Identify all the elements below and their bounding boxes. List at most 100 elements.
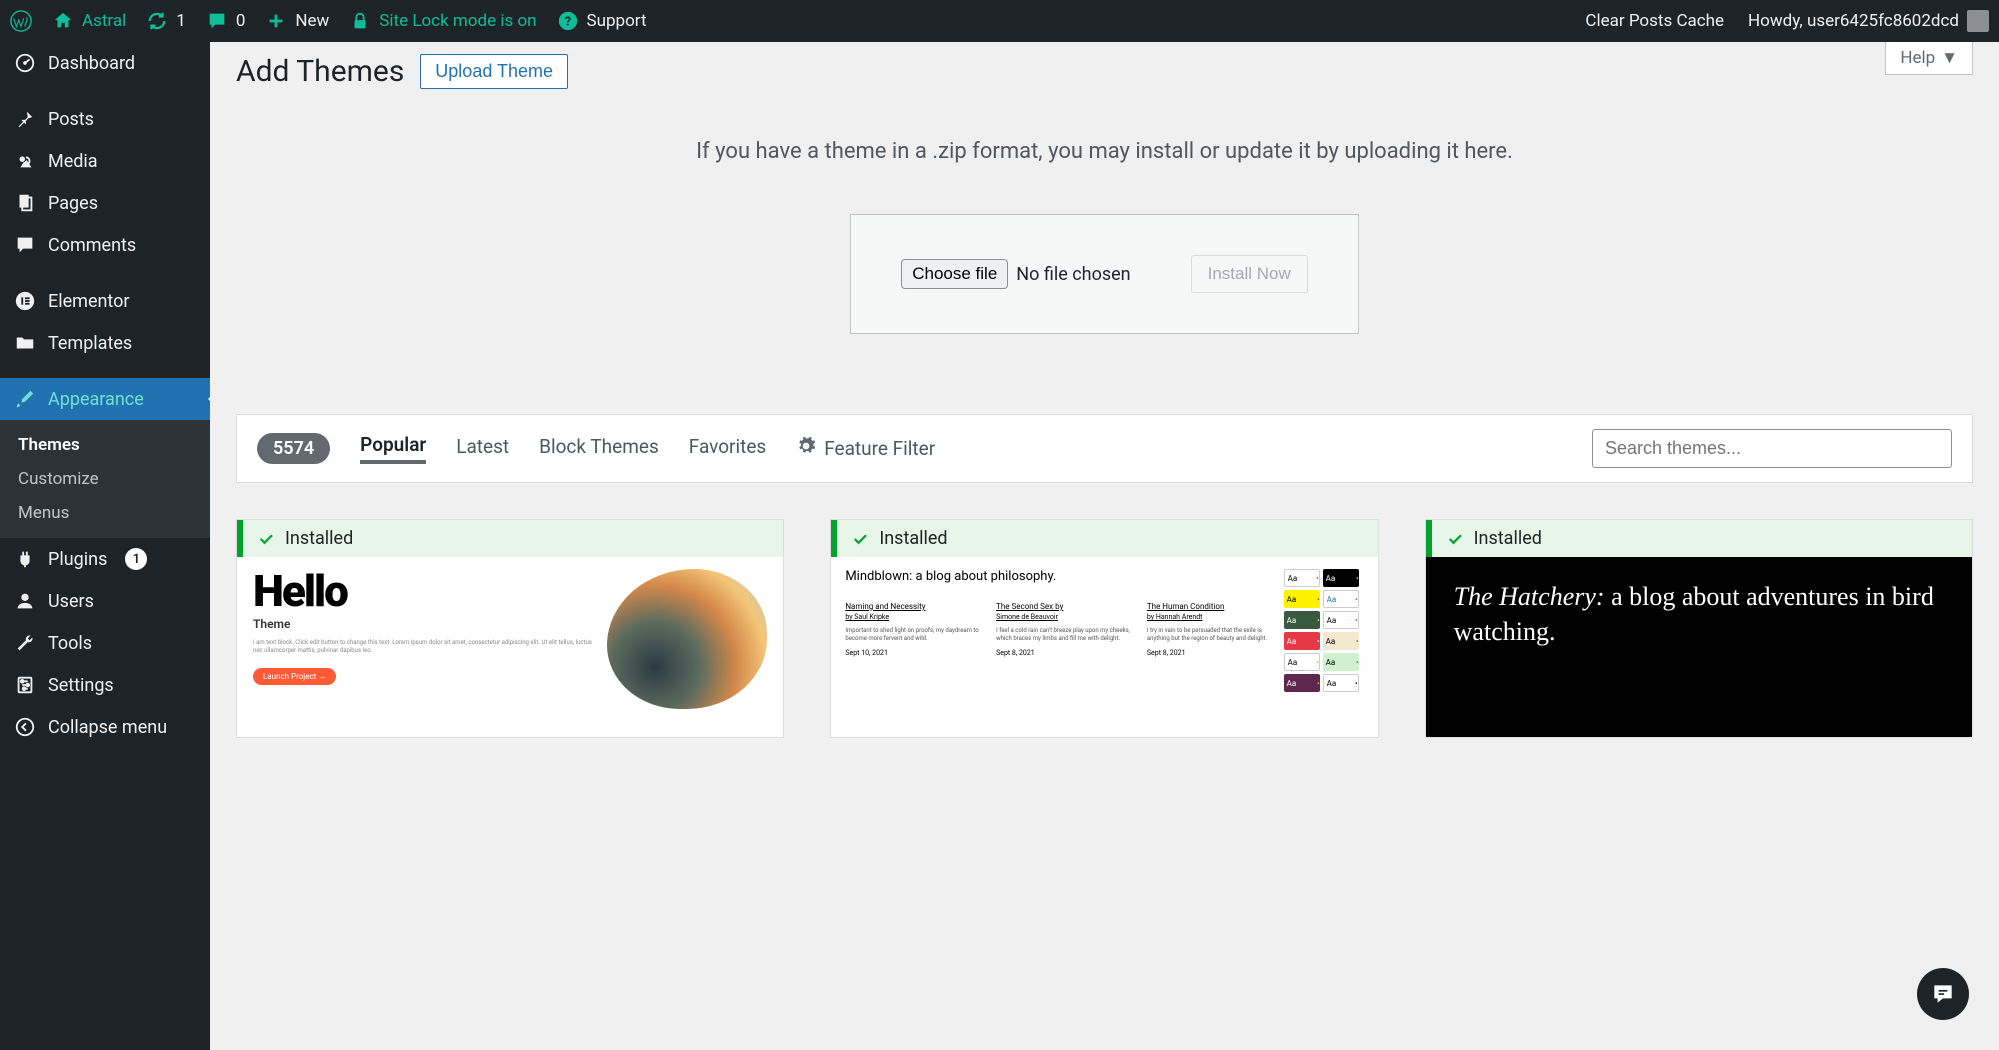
tab-popular[interactable]: Popular: [360, 433, 426, 464]
brush-icon: [14, 388, 36, 410]
menu-settings[interactable]: Settings: [0, 664, 210, 706]
appearance-submenu: Themes Customize Menus: [0, 420, 210, 538]
wordpress-icon: [10, 10, 32, 32]
elementor-icon: [14, 290, 36, 312]
wp-logo[interactable]: [10, 10, 32, 32]
admin-sidebar: Dashboard Posts Media Pages Comments Ele…: [0, 42, 210, 1050]
comments-link[interactable]: 0: [206, 10, 246, 32]
site-lock-label: Site Lock mode is on: [379, 11, 536, 31]
plugins-badge: 1: [125, 548, 147, 570]
menu-dashboard[interactable]: Dashboard: [0, 42, 210, 84]
collapse-icon: [14, 716, 36, 738]
menu-templates-label: Templates: [48, 333, 132, 354]
tab-latest[interactable]: Latest: [456, 435, 509, 462]
user-icon: [14, 590, 36, 612]
menu-plugins[interactable]: Plugins 1: [0, 538, 210, 580]
menu-users-label: Users: [48, 591, 94, 612]
clear-cache-link[interactable]: Clear Posts Cache: [1585, 11, 1724, 31]
support-link[interactable]: ? Support: [557, 10, 647, 32]
check-icon: [257, 530, 275, 548]
admin-toolbar: Astral 1 0 New Site Lock mode is on ? Su…: [0, 0, 1999, 42]
installed-badge: Installed: [831, 520, 1377, 557]
gear-icon: [796, 436, 816, 461]
new-content-link[interactable]: New: [265, 10, 329, 32]
updates-icon: [146, 10, 168, 32]
installed-label: Installed: [1474, 528, 1542, 549]
choose-file-button[interactable]: Choose file: [901, 259, 1008, 289]
help-label: Help: [1900, 48, 1935, 68]
plug-icon: [14, 548, 36, 570]
dashboard-icon: [14, 52, 36, 74]
install-now-button[interactable]: Install Now: [1191, 255, 1308, 293]
site-name: Astral: [82, 11, 126, 31]
menu-users[interactable]: Users: [0, 580, 210, 622]
menu-posts-label: Posts: [48, 109, 94, 130]
preview-title: The Hatchery: a blog about adventures in…: [1454, 579, 1944, 649]
main-content: Add Themes Upload Theme Help ▼ If you ha…: [210, 0, 1999, 764]
comments-count: 0: [236, 11, 246, 31]
plus-icon: [265, 10, 287, 32]
preview-title: Hello: [253, 569, 595, 613]
menu-elementor[interactable]: Elementor: [0, 280, 210, 322]
comment-icon: [14, 234, 36, 256]
menu-tools[interactable]: Tools: [0, 622, 210, 664]
menu-media[interactable]: Media: [0, 140, 210, 182]
support-label: Support: [587, 11, 647, 31]
home-icon: [52, 10, 74, 32]
comment-icon: [206, 10, 228, 32]
wrench-icon: [14, 632, 36, 654]
lock-icon: [349, 10, 371, 32]
pages-icon: [14, 192, 36, 214]
check-icon: [851, 530, 869, 548]
submenu-themes[interactable]: Themes: [0, 428, 210, 462]
installed-label: Installed: [879, 528, 947, 549]
upload-theme-button[interactable]: Upload Theme: [420, 54, 568, 89]
sliders-icon: [14, 674, 36, 696]
menu-templates[interactable]: Templates: [0, 322, 210, 364]
menu-pages[interactable]: Pages: [0, 182, 210, 224]
theme-card[interactable]: Installed The Hatchery: a blog about adv…: [1425, 519, 1973, 738]
theme-card[interactable]: Installed Mindblown: a blog about philos…: [830, 519, 1378, 738]
menu-collapse-label: Collapse menu: [48, 717, 167, 738]
upload-message: If you have a theme in a .zip format, yo…: [236, 139, 1973, 164]
chat-icon: [1930, 981, 1956, 1007]
menu-collapse[interactable]: Collapse menu: [0, 706, 210, 748]
search-themes-input[interactable]: [1592, 429, 1952, 468]
svg-text:?: ?: [564, 15, 570, 30]
help-tab[interactable]: Help ▼: [1885, 42, 1973, 75]
submenu-customize[interactable]: Customize: [0, 462, 210, 496]
menu-elementor-label: Elementor: [48, 291, 130, 312]
preview-button: Launch Project →: [253, 668, 336, 685]
menu-pages-label: Pages: [48, 193, 98, 214]
menu-comments[interactable]: Comments: [0, 224, 210, 266]
media-icon: [14, 150, 36, 172]
installed-label: Installed: [285, 528, 353, 549]
upload-box: Choose file No file chosen Install Now: [850, 214, 1359, 334]
tab-block-themes[interactable]: Block Themes: [539, 435, 659, 462]
tab-favorites[interactable]: Favorites: [689, 435, 766, 462]
upload-section: If you have a theme in a .zip format, yo…: [236, 139, 1973, 334]
updates-link[interactable]: 1: [146, 10, 186, 32]
check-icon: [1446, 530, 1464, 548]
chat-fab[interactable]: [1917, 968, 1969, 1020]
menu-tools-label: Tools: [48, 633, 92, 654]
menu-appearance[interactable]: Appearance: [0, 378, 210, 420]
preview-text: I am text block. Click edit button to ch…: [253, 639, 595, 656]
feature-filter-button[interactable]: Feature Filter: [796, 436, 935, 461]
chevron-down-icon: ▼: [1941, 48, 1958, 68]
menu-media-label: Media: [48, 151, 98, 172]
account-link[interactable]: Howdy, user6425fc8602dcd: [1748, 10, 1989, 32]
preview-swatches: Aa•Aa• Aa•Aa• Aa•Aa• Aa•Aa• Aa•Aa• Aa•Aa…: [1284, 569, 1364, 725]
preview-image: [607, 569, 767, 709]
theme-card[interactable]: Installed Hello Theme I am text block. C…: [236, 519, 784, 738]
theme-preview: The Hatchery: a blog about adventures in…: [1426, 557, 1972, 738]
feature-filter-label: Feature Filter: [824, 437, 935, 460]
menu-posts[interactable]: Posts: [0, 98, 210, 140]
site-name-link[interactable]: Astral: [52, 10, 126, 32]
help-icon: ?: [557, 10, 579, 32]
submenu-menus[interactable]: Menus: [0, 496, 210, 530]
theme-preview: Mindblown: a blog about philosophy. Nami…: [831, 557, 1377, 737]
site-lock-link[interactable]: Site Lock mode is on: [349, 10, 536, 32]
page-title: Add Themes: [236, 54, 404, 89]
menu-plugins-label: Plugins: [48, 549, 107, 570]
